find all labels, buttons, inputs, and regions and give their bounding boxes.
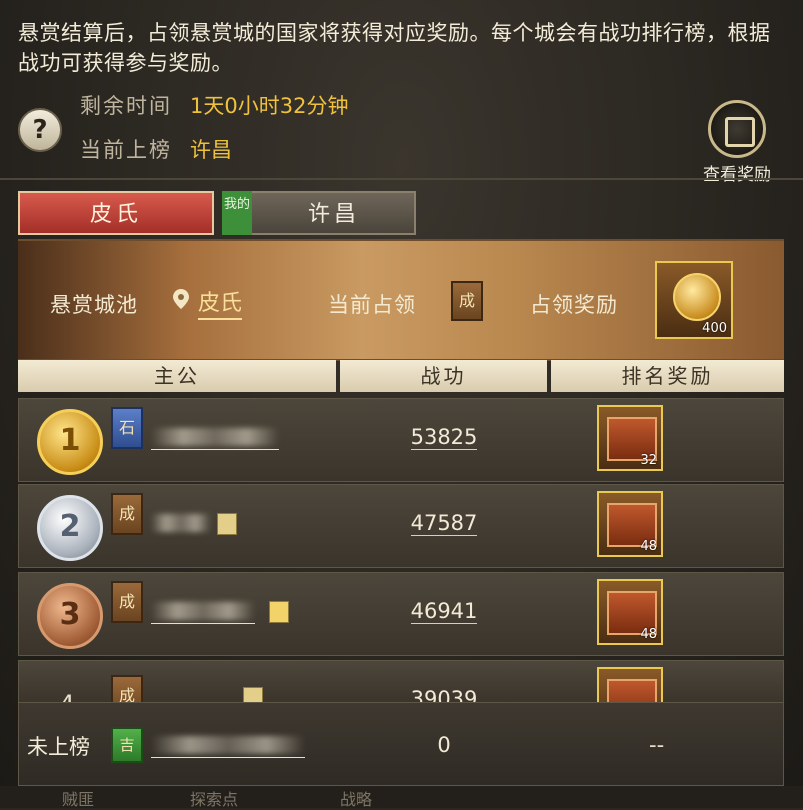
reward-count: 48: [640, 539, 657, 554]
reward-count: 48: [640, 627, 657, 642]
bounty-city-label: 悬赏城池: [50, 293, 138, 317]
divider: [0, 178, 803, 180]
player-name-obscured[interactable]: [151, 425, 279, 450]
player-name-obscured[interactable]: [151, 599, 255, 624]
view-rewards-button[interactable]: 查看奖励: [688, 100, 786, 185]
intro-text: 悬赏结算后，占领悬赏城的国家将获得对应奖励。每个城会有战功排行榜，根据战功可获得…: [18, 21, 771, 75]
treasure-chest-icon[interactable]: 48: [597, 579, 663, 645]
bounty-city-link[interactable]: 皮氏: [198, 285, 243, 320]
nav-item-bandits[interactable]: 贼匪: [62, 786, 94, 810]
merit-score: 53825: [410, 425, 478, 450]
occupy-reward-count: 400: [702, 321, 727, 336]
faction-flag-icon: 成: [111, 581, 143, 623]
remaining-time-row: 剩余时间 1天0小时32分钟: [80, 90, 348, 120]
column-header-lord: 主公: [18, 360, 336, 392]
faction-flag-icon: 成: [111, 675, 143, 703]
title-badge-icon: [269, 601, 289, 623]
treasure-chest-icon[interactable]: 48: [597, 491, 663, 557]
rank-number: 4: [59, 690, 75, 704]
nav-item-strategy[interactable]: 战略: [340, 786, 372, 810]
faction-flag-icon: 吉: [111, 727, 143, 763]
title-badge-icon: [217, 513, 237, 535]
tab-xuchang-label: 许昌: [307, 202, 360, 227]
column-header-merit: 战功: [340, 360, 547, 392]
treasure-chest-icon[interactable]: 32: [597, 405, 663, 471]
faction-flag-icon: 成: [111, 493, 143, 535]
reward-count: 32: [640, 453, 657, 468]
my-merit-score: 0: [437, 733, 451, 757]
player-name-obscured: [151, 733, 305, 758]
my-reward: --: [649, 733, 665, 757]
question-icon[interactable]: ?: [18, 108, 62, 152]
my-ranking-row: 未上榜 吉 0 --: [18, 702, 784, 786]
gold-coin-icon[interactable]: 400: [655, 261, 733, 339]
view-rewards-label: 查看奖励: [703, 165, 771, 185]
column-header-rank-reward: 排名奖励: [551, 360, 784, 392]
bounty-banner: 悬赏城池 皮氏 当前占领 成 占领奖励 400: [18, 239, 784, 361]
player-name-obscured[interactable]: [151, 511, 211, 535]
current-list-row: 当前上榜 许昌: [80, 134, 232, 164]
table-row[interactable]: 1 石 53825 32: [18, 398, 784, 482]
bottom-nav: 贼匪 探索点 战略: [0, 786, 803, 810]
nav-item-explore[interactable]: 探索点: [190, 786, 238, 810]
occupy-reward-label: 占领奖励: [530, 293, 618, 317]
merit-score: 46941: [410, 599, 478, 624]
faction-flag-icon: 石: [111, 407, 143, 449]
table-row[interactable]: 3 成 46941 48: [18, 572, 784, 656]
rank-medal-gold: 1: [37, 409, 103, 475]
occupier-flag-icon: 成: [451, 281, 483, 321]
remaining-time-value: 1天0小时32分钟: [190, 94, 349, 118]
current-occupier-label: 当前占领: [328, 293, 416, 317]
rank-medal-bronze: 3: [37, 583, 103, 649]
merit-score: 47587: [410, 511, 478, 536]
treasure-chest-icon[interactable]: [597, 667, 663, 703]
table-row[interactable]: 2 成 47587 48: [18, 484, 784, 568]
current-list-label: 当前上榜: [80, 138, 172, 162]
remaining-time-label: 剩余时间: [80, 94, 172, 118]
rank-medal-silver: 2: [37, 495, 103, 561]
location-pin-icon: [173, 289, 189, 309]
rewards-chest-icon: [708, 100, 766, 158]
mine-badge: 我的: [222, 191, 252, 235]
my-rank-label: 未上榜: [27, 735, 90, 759]
table-row[interactable]: 4 成 39039: [18, 660, 784, 704]
current-list-value: 许昌: [190, 138, 232, 162]
tab-pishi[interactable]: 皮氏: [18, 191, 214, 235]
